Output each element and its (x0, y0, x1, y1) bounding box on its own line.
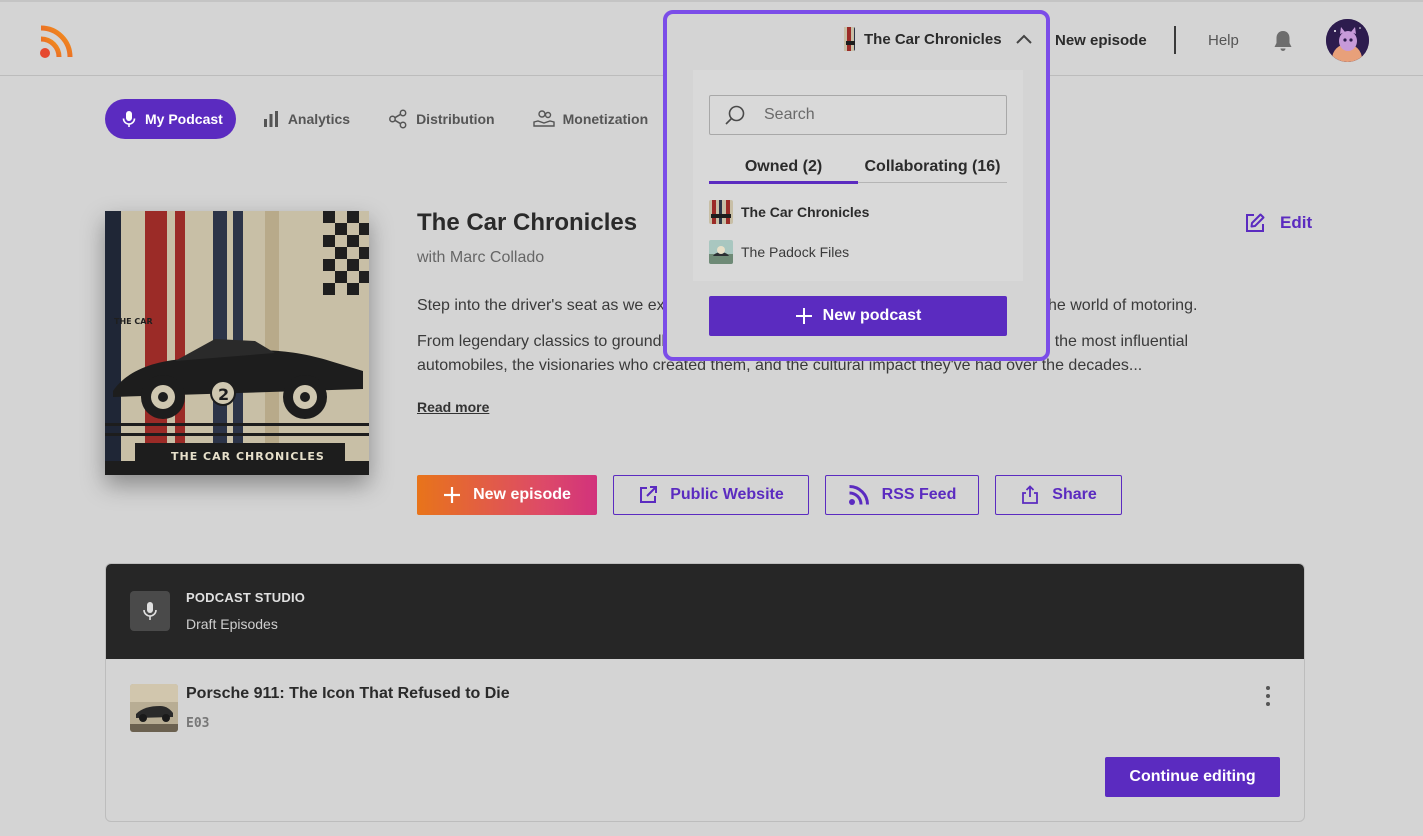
external-link-icon (640, 486, 658, 503)
rss-feed-label: RSS Feed (881, 486, 957, 503)
continue-editing-button[interactable]: Continue editing (1105, 757, 1280, 797)
podcast-studio-panel: PODCAST STUDIO Draft Episodes Porsche 91… (105, 563, 1305, 822)
share-icon (1022, 485, 1039, 504)
podcast-cover-image: THE CAR 2 THE CAR CHRONICLES (105, 211, 369, 475)
podcast-option-padock-files[interactable]: The Padock Files (709, 240, 849, 264)
description-line-2: From legendary classics to groundbre (417, 333, 685, 350)
podcast-option-thumbnail (709, 240, 733, 264)
nav-my-podcast-label: My Podcast (145, 111, 223, 127)
podcast-switcher-menu: Search Owned (2) Collaborating (16) The … (693, 70, 1023, 281)
public-website-button[interactable]: Public Website (613, 475, 809, 515)
episode-thumbnail (130, 684, 178, 732)
top-divider (1174, 26, 1176, 54)
help-link[interactable]: Help (1208, 32, 1239, 49)
episode-code: E03 (186, 716, 210, 731)
podcast-option-label: The Car Chronicles (741, 204, 870, 220)
podcast-title: The Car Chronicles (417, 209, 638, 236)
hand-coins-icon (532, 110, 555, 127)
tab-collaborating[interactable]: Collaborating (16) (858, 158, 1007, 176)
edit-label: Edit (1280, 213, 1313, 232)
current-podcast-name: The Car Chronicles (864, 30, 1002, 48)
description-line-1-tail: he world of motoring. (1048, 297, 1198, 314)
new-episode-label: New episode (473, 486, 571, 503)
studio-subtitle: Draft Episodes (186, 616, 278, 632)
podcast-option-thumbnail (709, 200, 733, 224)
chevron-up-icon (1015, 34, 1032, 44)
podcast-option-car-chronicles[interactable]: The Car Chronicles (709, 200, 869, 224)
nav-analytics-label: Analytics (287, 111, 351, 127)
share-button[interactable]: Share (995, 475, 1122, 515)
mic-icon (122, 111, 136, 127)
cover-small-text: THE CAR (114, 317, 153, 326)
nav-monetization-label: Monetization (562, 111, 649, 127)
studio-mic-icon (130, 591, 170, 631)
plus-icon (795, 308, 812, 324)
podcast-host: with Marc Collado (417, 249, 545, 266)
episode-title[interactable]: Porsche 911: The Icon That Refused to Di… (186, 685, 510, 703)
more-options-icon[interactable] (1258, 685, 1278, 707)
studio-header: PODCAST STUDIO Draft Episodes (106, 564, 1304, 659)
rss-feed-button[interactable]: RSS Feed (825, 475, 979, 515)
podcast-search-input[interactable]: Search (709, 95, 1007, 135)
tab-owned[interactable]: Owned (2) (709, 158, 858, 176)
cover-title-text: THE CAR CHRONICLES (171, 450, 325, 463)
nav-my-podcast[interactable]: My Podcast (105, 99, 236, 139)
nav-monetization[interactable]: Monetization (517, 99, 661, 139)
bell-icon[interactable] (1270, 28, 1296, 54)
public-website-label: Public Website (670, 486, 784, 503)
user-avatar[interactable] (1326, 19, 1369, 62)
new-podcast-label: New podcast (822, 307, 922, 324)
podcast-switcher-trigger[interactable]: The Car Chronicles (831, 27, 1033, 51)
plus-icon (444, 487, 461, 503)
search-placeholder: Search (764, 106, 815, 123)
new-podcast-button[interactable]: New podcast (709, 296, 1007, 336)
active-tab-indicator (709, 181, 858, 184)
search-icon (725, 105, 745, 125)
rss-icon (848, 485, 869, 505)
cover-number: 2 (218, 385, 229, 404)
read-more-link[interactable]: Read more (417, 399, 489, 415)
share-label: Share (1052, 486, 1097, 503)
edit-button[interactable]: Edit (1244, 212, 1312, 234)
podcast-option-label: The Padock Files (741, 244, 850, 260)
nav-analytics[interactable]: Analytics (246, 99, 362, 139)
studio-title: PODCAST STUDIO (186, 590, 306, 605)
nav-distribution[interactable]: Distribution (372, 99, 507, 139)
main-nav: My Podcast Analytics Distribution Moneti… (105, 99, 670, 139)
new-episode-button[interactable]: New episode (417, 475, 597, 515)
nav-distribution-label: Distribution (416, 111, 495, 127)
edit-icon (1246, 213, 1265, 232)
current-podcast-thumbnail (831, 27, 855, 51)
share-nodes-icon (389, 109, 407, 129)
rss-logo-icon[interactable] (38, 24, 74, 60)
top-new-episode-link[interactable]: New episode (1055, 32, 1147, 49)
bar-chart-icon (263, 111, 278, 127)
